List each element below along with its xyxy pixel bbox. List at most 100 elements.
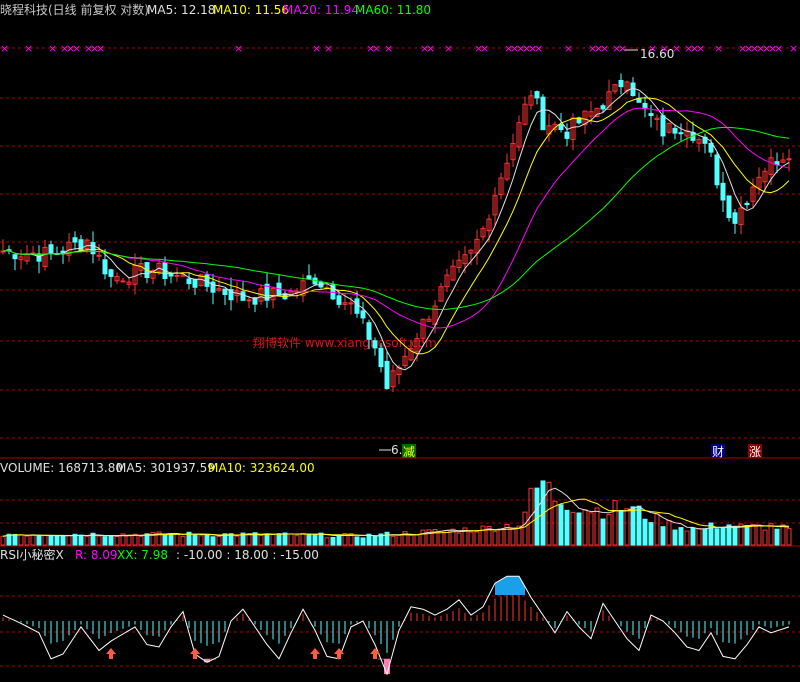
volume-bar [276,533,282,546]
volume-bar [786,528,792,546]
volume-bar [666,519,672,546]
volume-ma10-label: MA10: 323624.00 [208,461,315,475]
volume-bar [318,532,324,546]
volume-bar [744,524,750,546]
volume-bar [582,509,588,546]
volume-bar [294,535,300,546]
candle-down [336,295,342,305]
volume-bar [162,534,168,546]
marker-x: × [426,42,435,55]
volume-bar [258,535,264,546]
volume-bar [456,532,462,546]
rsi-xx-label: XX: 7.98 [117,548,168,562]
candle-down [192,278,198,288]
candle-down [558,124,564,131]
candle-down [378,347,384,368]
volume-label: VOLUME: 168713.80 [0,461,123,475]
marker-x: × [648,42,657,55]
volume-bar [558,504,564,546]
volume-bar [648,522,654,546]
watermark-text: 翔博软件 www.xiangbosoft.com [253,335,437,350]
marker-x: × [534,42,543,55]
volume-bar [324,537,330,546]
marker-x: × [444,42,453,55]
rsi-buy-arrow-icon [106,648,116,659]
candle-down [534,91,540,99]
volume-bar [48,535,54,546]
volume-bar [78,534,84,546]
price-panel-header: 晓程科技(日线 前复权 对数) MA5: 12.18 MA10: 11.56 M… [0,2,431,17]
ma10-line [2,97,790,355]
candle-up [174,274,180,277]
volume-bar [132,533,138,546]
volume-bar [198,535,204,546]
marker-x: × [480,42,489,55]
volume-bar [54,535,60,546]
volume-bar [636,505,642,546]
volume-bar [126,534,132,546]
marker-x: × [324,42,333,55]
volume-bar [576,512,582,546]
volume-bar [480,525,486,546]
event-badge-jian[interactable]: 减 [402,444,416,459]
volume-bar [762,529,768,546]
marker-x: × [312,42,321,55]
marker-x: × [0,42,9,55]
volume-bar [36,535,42,546]
volume-bar [570,511,576,546]
volume-bar [12,533,18,546]
volume-bar [114,535,120,546]
candle-down [678,132,684,135]
candle-down [384,360,390,389]
volume-bar [408,534,414,546]
volume-bar [330,536,336,546]
marker-x: × [564,42,573,55]
volume-bar [690,527,696,546]
marker-x: × [660,42,669,55]
chart-canvas[interactable]: 晓程科技(日线 前复权 对数) MA5: 12.18 MA10: 11.56 M… [0,0,800,682]
volume-bar [354,536,360,546]
volume-bar [678,527,684,546]
event-badge-cai[interactable]: 财 [711,444,725,459]
volume-bar [564,509,570,546]
marker-x: × [774,42,783,55]
volume-bar [30,534,36,546]
ma60-label: MA60: 11.80 [355,3,431,17]
volume-bar [756,524,762,546]
candle-down [108,269,114,277]
volume-bar [192,533,198,546]
volume-bar [750,524,756,546]
volume-bar [702,528,708,546]
volume-bar [672,529,678,546]
volume-bar [474,531,480,546]
candle-down [48,244,54,254]
candle-down [186,278,192,285]
volume-bar [216,535,222,546]
volume-bar [312,533,318,546]
candle-down [360,310,366,319]
candle-down [720,182,726,201]
volume-bar [204,534,210,546]
candle-down [600,105,606,110]
rsi-levels-label: : -10.00 : 18.00 : -15.00 [176,548,319,562]
volume-bar [588,512,594,546]
ma20-line [2,107,790,329]
volume-bar [108,535,114,546]
marker-x: × [372,42,381,55]
candle-down [366,322,372,340]
event-badge-zhang[interactable]: 涨 [748,444,762,459]
marker-x: × [72,42,81,55]
volume-bar [336,534,342,546]
volume-bar [420,529,426,546]
volume-panel-header: VOLUME: 168713.80 MA5: 301937.59 MA10: 3… [0,461,315,475]
candle-down [660,115,666,137]
volume-bar [768,523,774,546]
marker-x: × [24,42,33,55]
volume-bar [642,518,648,546]
volume-bar [522,511,528,546]
candle-down [354,298,360,314]
volume-bar [396,534,402,546]
candle-down [222,288,228,296]
volume-bar [720,526,726,546]
volume-bar [234,535,240,546]
